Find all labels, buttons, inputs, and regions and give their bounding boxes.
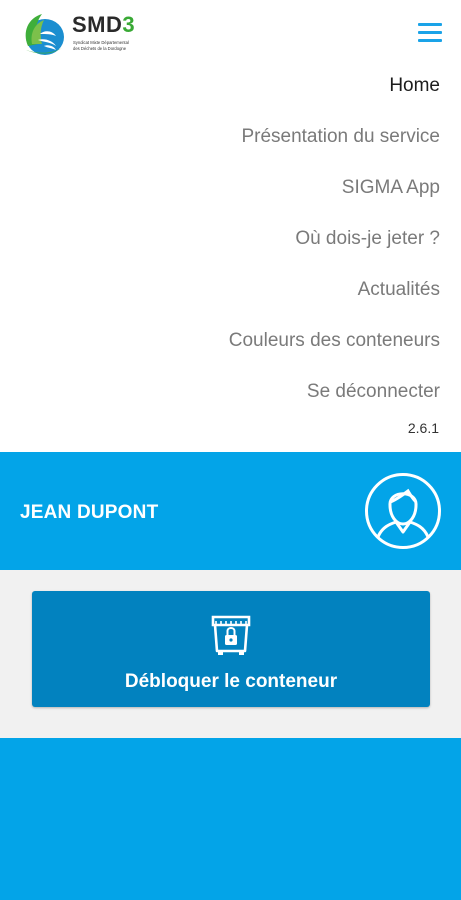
menu-item-logout[interactable]: Se déconnecter: [0, 366, 461, 417]
menu-item-where-to-throw[interactable]: Où dois-je jeter ?: [0, 213, 461, 264]
logo-title: SMD3: [72, 14, 135, 36]
logo-subtitle-line1: Syndicat Mixte Départemental: [73, 40, 129, 45]
menu-item-news[interactable]: Actualités: [0, 264, 461, 315]
smd3-logo[interactable]: SMD3 Syndicat Mixte Départemental des Dé…: [18, 10, 150, 60]
menu-item-sigma-app[interactable]: SIGMA App: [0, 162, 461, 213]
menu-item-container-colors[interactable]: Couleurs des conteneurs: [0, 315, 461, 366]
unlock-container-label: Débloquer le conteneur: [124, 671, 338, 692]
menu-item-presentation[interactable]: Présentation du service: [0, 111, 461, 162]
hamburger-line: [418, 39, 442, 42]
user-avatar-icon[interactable]: [364, 472, 442, 550]
profile-name: JEAN DUPONT: [20, 502, 159, 523]
unlock-container-button[interactable]: Débloquer le conteneur: [32, 591, 430, 707]
hamburger-line: [418, 31, 442, 34]
nav-menu: Home Présentation du service SIGMA App O…: [0, 60, 461, 417]
smd3-logo-icon: [25, 14, 64, 55]
hamburger-line: [418, 23, 442, 26]
logo-title-letters: SMD: [72, 12, 123, 37]
logo-title-digit: 3: [122, 12, 136, 37]
action-area: Débloquer le conteneur: [0, 570, 461, 738]
menu-item-home[interactable]: Home: [0, 60, 461, 111]
app-header: SMD3 Syndicat Mixte Départemental des Dé…: [0, 0, 461, 66]
app-version: 2.6.1: [407, 420, 439, 436]
hamburger-menu-icon[interactable]: [418, 22, 442, 44]
profile-banner: JEAN DUPONT: [0, 452, 461, 570]
bottom-panel: [0, 738, 461, 900]
container-lock-icon: [211, 615, 251, 655]
logo-subtitle-line2: des Déchets de la Dordogne: [73, 46, 127, 51]
